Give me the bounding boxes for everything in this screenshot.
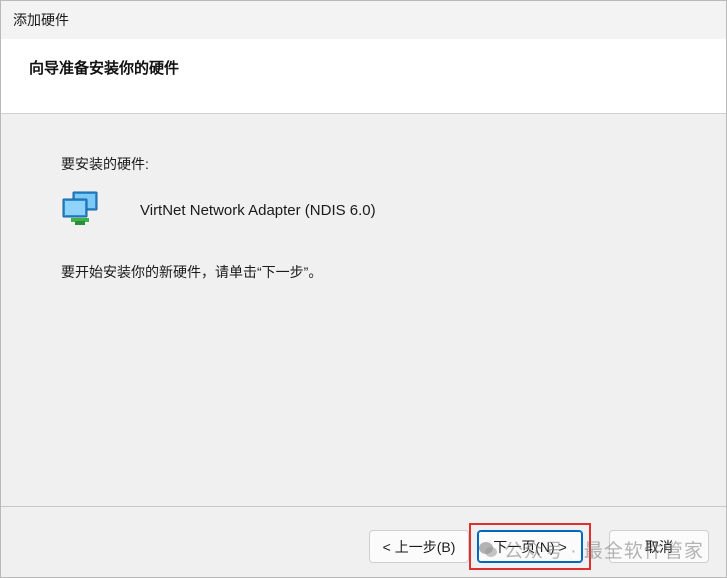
wizard-footer: < 上一步(B) 下一页(N) > 取消	[1, 506, 726, 577]
cancel-button[interactable]: 取消	[609, 530, 709, 563]
instruction-text: 要开始安装你的新硬件，请单击“下一步”。	[61, 264, 323, 280]
window-title: 添加硬件	[13, 12, 69, 28]
wizard-header: 向导准备安装你的硬件	[1, 39, 726, 114]
hardware-to-install-label: 要安装的硬件:	[61, 156, 149, 172]
wizard-content: 要安装的硬件: VirtNet Network Adapter (NDIS 6.…	[1, 114, 726, 506]
device-name: VirtNet Network Adapter (NDIS 6.0)	[140, 202, 376, 219]
add-hardware-window: 添加硬件 向导准备安装你的硬件 要安装的硬件: VirtNet Network …	[0, 0, 727, 578]
title-bar[interactable]: 添加硬件	[1, 1, 726, 39]
wizard-header-title: 向导准备安装你的硬件	[29, 60, 180, 77]
back-button[interactable]: < 上一步(B)	[369, 530, 469, 563]
network-adapter-icon	[61, 190, 101, 226]
next-button[interactable]: 下一页(N) >	[477, 530, 583, 563]
